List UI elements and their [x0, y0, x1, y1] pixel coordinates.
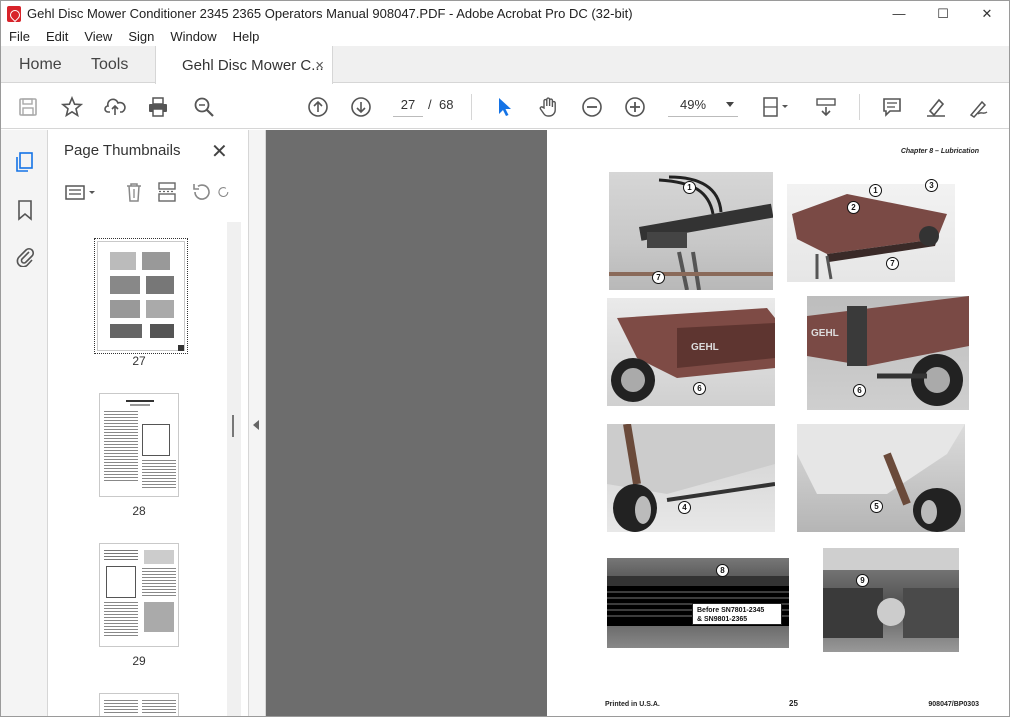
panel-resize-grip[interactable]: [232, 415, 234, 437]
menu-window[interactable]: Window: [162, 29, 224, 44]
menu-file[interactable]: File: [1, 29, 38, 44]
footer-page-number: 25: [789, 699, 798, 708]
thumbnail-label-27: 27: [132, 354, 146, 368]
prev-page-icon[interactable]: [305, 94, 331, 120]
extract-pages-icon[interactable]: [155, 180, 179, 204]
zoom-in-icon[interactable]: [622, 94, 648, 120]
callout-2: 2: [847, 201, 860, 214]
page-fit-icon[interactable]: [759, 94, 793, 120]
callout-8: 8: [716, 564, 729, 577]
scroll-mode-icon[interactable]: [813, 94, 839, 120]
callout-7: 7: [886, 257, 899, 270]
photo-mower-right-wheel: GEHL: [807, 296, 969, 410]
callout-3: 3: [925, 179, 938, 192]
rotate-left-icon[interactable]: [189, 180, 213, 204]
acrobat-app-icon: [7, 5, 21, 22]
thumbnail-options-icon[interactable]: [63, 180, 99, 204]
chevron-down-icon: [726, 102, 734, 107]
panel-title: Page Thumbnails: [64, 142, 181, 159]
callout-5: 5: [870, 500, 883, 513]
window-title: Gehl Disc Mower Conditioner 2345 2365 Op…: [27, 6, 633, 21]
tab-tools[interactable]: Tools: [91, 46, 128, 83]
tab-document[interactable]: Gehl Disc Mower C... ×: [155, 46, 333, 84]
photo-cutterbar-detail: [823, 548, 959, 652]
page-separator: /: [428, 97, 432, 112]
zoom-search-icon[interactable]: [191, 94, 217, 120]
sign-icon[interactable]: [966, 94, 992, 120]
comment-icon[interactable]: [879, 94, 905, 120]
close-window-button[interactable]: ✕: [965, 1, 1009, 26]
select-pointer-icon[interactable]: [491, 94, 517, 120]
pdf-page: Chapter 8 – Lubrication GEHL GEHL Before…: [547, 130, 1009, 716]
callout-9: 9: [856, 574, 869, 587]
upload-icon[interactable]: [102, 94, 128, 120]
bookmark-star-icon[interactable]: [59, 94, 85, 120]
panel-collapse-bar[interactable]: [249, 130, 266, 716]
delete-icon[interactable]: [122, 180, 146, 204]
menu-edit[interactable]: Edit: [38, 29, 76, 44]
next-page-icon[interactable]: [348, 94, 374, 120]
menu-sign[interactable]: Sign: [120, 29, 162, 44]
toolbar-divider: [471, 94, 472, 120]
thumbnail-page-27[interactable]: [94, 238, 188, 354]
callout-1: 1: [683, 181, 696, 194]
callout-6: 6: [853, 384, 866, 397]
acrobat-window: Gehl Disc Mower Conditioner 2345 2365 Op…: [0, 0, 1010, 717]
menu-view[interactable]: View: [76, 29, 120, 44]
attachments-icon[interactable]: [13, 244, 37, 268]
serial-number-note: Before SN7801-2345 & SN9801-2365: [692, 603, 782, 625]
photo-mower-left-wheel: GEHL: [607, 298, 775, 406]
window-controls: — ☐ ✕: [877, 1, 1009, 26]
document-viewport[interactable]: Chapter 8 – Lubrication GEHL GEHL Before…: [266, 130, 1009, 716]
bookmarks-icon[interactable]: [13, 198, 37, 222]
page-total: 68: [439, 97, 454, 112]
minimize-button[interactable]: —: [877, 1, 921, 26]
footer-printed: Printed in U.S.A.: [605, 701, 660, 708]
callout-1: 1: [869, 184, 882, 197]
hand-icon[interactable]: [535, 94, 561, 120]
callout-7: 7: [652, 271, 665, 284]
toolbar: 27 / 68 49%: [1, 84, 1009, 129]
chapter-header: Chapter 8 – Lubrication: [900, 148, 979, 155]
photo-hitch: [787, 184, 955, 282]
close-panel-icon[interactable]: ✕: [211, 139, 228, 164]
menu-bar: File Edit View Sign Window Help: [1, 26, 1009, 46]
collapse-arrow-icon[interactable]: [253, 420, 259, 430]
photo-lower-right: [797, 424, 965, 532]
highlight-icon[interactable]: [923, 94, 949, 120]
left-rail: [1, 130, 48, 716]
page-number-input[interactable]: 27: [393, 93, 423, 117]
rotate-right-icon[interactable]: [217, 180, 231, 204]
tab-document-label: Gehl Disc Mower C...: [182, 56, 324, 74]
zoom-out-icon[interactable]: [579, 94, 605, 120]
maximize-button[interactable]: ☐: [921, 1, 965, 26]
callout-6: 6: [693, 382, 706, 395]
title-bar: Gehl Disc Mower Conditioner 2345 2365 Op…: [1, 1, 1009, 26]
thumbnails-scrollbar[interactable]: [227, 222, 241, 716]
svg-text:GEHL: GEHL: [691, 342, 719, 353]
tab-home[interactable]: Home: [19, 46, 62, 83]
tab-bar: Home Tools Gehl Disc Mower C... ×: [1, 46, 1009, 84]
menu-help[interactable]: Help: [225, 29, 268, 44]
thumbnails-panel: Page Thumbnails ✕ 27 28 29: [49, 130, 249, 716]
zoom-select[interactable]: 49%: [668, 93, 738, 117]
callout-4: 4: [678, 501, 691, 514]
footer-doc-code: 908047/BP0303: [928, 701, 979, 708]
thumbnail-page-29[interactable]: [99, 543, 179, 647]
close-tab-icon[interactable]: ×: [315, 57, 324, 74]
thumbnail-page-28[interactable]: [99, 393, 179, 497]
panel-toolbar: [49, 175, 237, 211]
svg-text:GEHL: GEHL: [811, 328, 839, 339]
toolbar-divider: [859, 94, 860, 120]
thumbnail-label-29: 29: [132, 654, 146, 668]
page-thumbnails-icon[interactable]: [13, 150, 37, 174]
print-icon[interactable]: [145, 94, 171, 120]
zoom-value: 49%: [680, 97, 707, 112]
thumbnail-page-30[interactable]: [99, 693, 179, 716]
photo-lower-left: [607, 424, 775, 532]
thumbnail-label-28: 28: [132, 504, 146, 518]
save-icon[interactable]: [15, 94, 41, 120]
